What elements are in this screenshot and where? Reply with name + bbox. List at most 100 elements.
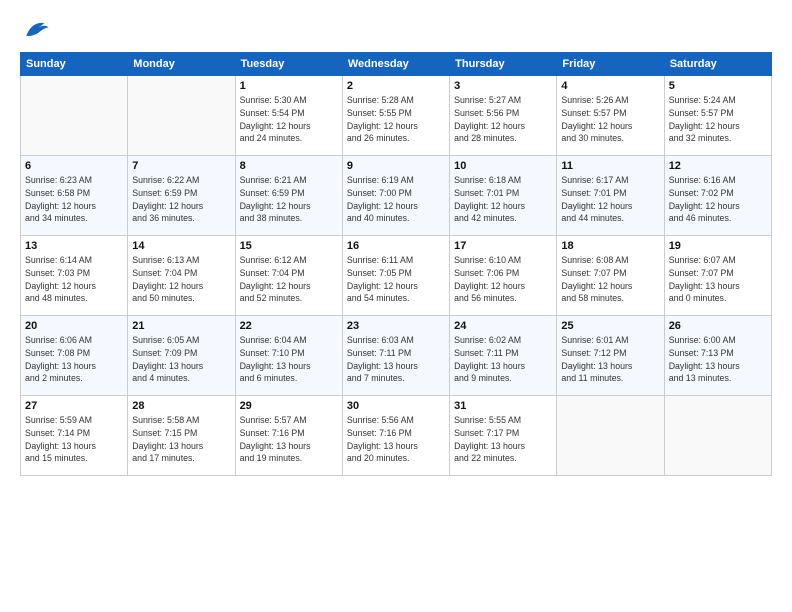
calendar-cell: 25 Sunrise: 6:01 AM Sunset: 7:12 PM Dayli…	[557, 316, 664, 396]
day-info: Sunrise: 5:58 AM Sunset: 7:15 PM Dayligh…	[132, 414, 230, 465]
day-number: 3	[454, 80, 552, 92]
calendar-cell: 18 Sunrise: 6:08 AM Sunset: 7:07 PM Dayli…	[557, 236, 664, 316]
day-number: 24	[454, 320, 552, 332]
page: SundayMondayTuesdayWednesdayThursdayFrid…	[0, 0, 792, 486]
calendar-week-1: 1 Sunrise: 5:30 AM Sunset: 5:54 PM Daylig…	[21, 76, 772, 156]
calendar-cell: 11Sunrise: 6:17 AM Sunset: 7:01 PM Dayli…	[557, 156, 664, 236]
calendar-cell: 26 Sunrise: 6:00 AM Sunset: 7:13 PM Dayli…	[664, 316, 771, 396]
day-info: Sunrise: 6:12 AM Sunset: 7:04 PM Dayligh…	[240, 254, 338, 305]
day-header-saturday: Saturday	[664, 53, 771, 76]
day-number: 25	[561, 320, 659, 332]
day-info: Sunrise: 6:23 AM Sunset: 6:58 PM Dayligh…	[25, 174, 123, 225]
day-info: Sunrise: 5:56 AM Sunset: 7:16 PM Dayligh…	[347, 414, 445, 465]
calendar-cell: 5 Sunrise: 5:24 AM Sunset: 5:57 PM Daylig…	[664, 76, 771, 156]
day-number: 16	[347, 240, 445, 252]
day-info: Sunrise: 6:21 AM Sunset: 6:59 PM Dayligh…	[240, 174, 338, 225]
day-info: Sunrise: 6:14 AM Sunset: 7:03 PM Dayligh…	[25, 254, 123, 305]
day-number: 21	[132, 320, 230, 332]
day-info: Sunrise: 6:02 AM Sunset: 7:11 PM Dayligh…	[454, 334, 552, 385]
day-info: Sunrise: 5:30 AM Sunset: 5:54 PM Dayligh…	[240, 94, 338, 145]
calendar-cell: 4 Sunrise: 5:26 AM Sunset: 5:57 PM Daylig…	[557, 76, 664, 156]
day-info: Sunrise: 5:57 AM Sunset: 7:16 PM Dayligh…	[240, 414, 338, 465]
calendar-cell	[664, 396, 771, 476]
day-info: Sunrise: 5:26 AM Sunset: 5:57 PM Dayligh…	[561, 94, 659, 145]
day-number: 27	[25, 400, 123, 412]
calendar-table: SundayMondayTuesdayWednesdayThursdayFrid…	[20, 52, 772, 476]
day-info: Sunrise: 5:24 AM Sunset: 5:57 PM Dayligh…	[669, 94, 767, 145]
day-number: 17	[454, 240, 552, 252]
calendar-week-2: 6 Sunrise: 6:23 AM Sunset: 6:58 PM Daylig…	[21, 156, 772, 236]
day-number: 19	[669, 240, 767, 252]
calendar-header-row: SundayMondayTuesdayWednesdayThursdayFrid…	[21, 53, 772, 76]
day-info: Sunrise: 6:10 AM Sunset: 7:06 PM Dayligh…	[454, 254, 552, 305]
header	[20, 16, 772, 46]
calendar-cell: 6 Sunrise: 6:23 AM Sunset: 6:58 PM Daylig…	[21, 156, 128, 236]
day-number: 26	[669, 320, 767, 332]
calendar-cell: 28 Sunrise: 5:58 AM Sunset: 7:15 PM Dayli…	[128, 396, 235, 476]
calendar-cell: 13 Sunrise: 6:14 AM Sunset: 7:03 PM Dayli…	[21, 236, 128, 316]
calendar-cell: 24 Sunrise: 6:02 AM Sunset: 7:11 PM Dayli…	[450, 316, 557, 396]
day-info: Sunrise: 6:11 AM Sunset: 7:05 PM Dayligh…	[347, 254, 445, 305]
day-number: 15	[240, 240, 338, 252]
day-number: 11	[561, 160, 659, 172]
day-number: 7	[132, 160, 230, 172]
day-header-sunday: Sunday	[21, 53, 128, 76]
day-info: Sunrise: 5:27 AM Sunset: 5:56 PM Dayligh…	[454, 94, 552, 145]
day-info: Sunrise: 6:06 AM Sunset: 7:08 PM Dayligh…	[25, 334, 123, 385]
day-number: 9	[347, 160, 445, 172]
day-number: 8	[240, 160, 338, 172]
calendar-cell: 1 Sunrise: 5:30 AM Sunset: 5:54 PM Daylig…	[235, 76, 342, 156]
day-info: Sunrise: 5:59 AM Sunset: 7:14 PM Dayligh…	[25, 414, 123, 465]
calendar-cell: 20 Sunrise: 6:06 AM Sunset: 7:08 PM Dayli…	[21, 316, 128, 396]
calendar-cell: 9 Sunrise: 6:19 AM Sunset: 7:00 PM Daylig…	[342, 156, 449, 236]
day-number: 22	[240, 320, 338, 332]
day-number: 6	[25, 160, 123, 172]
day-number: 12	[669, 160, 767, 172]
day-number: 14	[132, 240, 230, 252]
day-number: 5	[669, 80, 767, 92]
day-number: 23	[347, 320, 445, 332]
day-number: 20	[25, 320, 123, 332]
day-number: 29	[240, 400, 338, 412]
day-number: 13	[25, 240, 123, 252]
day-info: Sunrise: 6:16 AM Sunset: 7:02 PM Dayligh…	[669, 174, 767, 225]
day-number: 28	[132, 400, 230, 412]
calendar-cell: 15 Sunrise: 6:12 AM Sunset: 7:04 PM Dayli…	[235, 236, 342, 316]
calendar-cell: 7Sunrise: 6:22 AM Sunset: 6:59 PM Daylig…	[128, 156, 235, 236]
day-number: 4	[561, 80, 659, 92]
day-header-monday: Monday	[128, 53, 235, 76]
calendar-cell: 8 Sunrise: 6:21 AM Sunset: 6:59 PM Daylig…	[235, 156, 342, 236]
day-header-friday: Friday	[557, 53, 664, 76]
calendar-cell: 2 Sunrise: 5:28 AM Sunset: 5:55 PM Daylig…	[342, 76, 449, 156]
day-info: Sunrise: 6:08 AM Sunset: 7:07 PM Dayligh…	[561, 254, 659, 305]
calendar-cell: 17 Sunrise: 6:10 AM Sunset: 7:06 PM Dayli…	[450, 236, 557, 316]
day-info: Sunrise: 6:00 AM Sunset: 7:13 PM Dayligh…	[669, 334, 767, 385]
day-info: Sunrise: 6:19 AM Sunset: 7:00 PM Dayligh…	[347, 174, 445, 225]
calendar-cell: 3 Sunrise: 5:27 AM Sunset: 5:56 PM Daylig…	[450, 76, 557, 156]
day-info: Sunrise: 6:07 AM Sunset: 7:07 PM Dayligh…	[669, 254, 767, 305]
day-header-wednesday: Wednesday	[342, 53, 449, 76]
calendar-cell: 31 Sunrise: 5:55 AM Sunset: 7:17 PM Dayli…	[450, 396, 557, 476]
day-info: Sunrise: 6:18 AM Sunset: 7:01 PM Dayligh…	[454, 174, 552, 225]
day-header-thursday: Thursday	[450, 53, 557, 76]
day-number: 2	[347, 80, 445, 92]
day-info: Sunrise: 5:55 AM Sunset: 7:17 PM Dayligh…	[454, 414, 552, 465]
calendar-cell: 22 Sunrise: 6:04 AM Sunset: 7:10 PM Dayli…	[235, 316, 342, 396]
day-number: 31	[454, 400, 552, 412]
day-info: Sunrise: 6:04 AM Sunset: 7:10 PM Dayligh…	[240, 334, 338, 385]
day-number: 18	[561, 240, 659, 252]
day-info: Sunrise: 6:13 AM Sunset: 7:04 PM Dayligh…	[132, 254, 230, 305]
calendar-cell: 12 Sunrise: 6:16 AM Sunset: 7:02 PM Dayli…	[664, 156, 771, 236]
calendar-cell: 14 Sunrise: 6:13 AM Sunset: 7:04 PM Dayli…	[128, 236, 235, 316]
day-info: Sunrise: 6:01 AM Sunset: 7:12 PM Dayligh…	[561, 334, 659, 385]
day-number: 30	[347, 400, 445, 412]
calendar-week-5: 27 Sunrise: 5:59 AM Sunset: 7:14 PM Dayli…	[21, 396, 772, 476]
calendar-cell: 23Sunrise: 6:03 AM Sunset: 7:11 PM Dayli…	[342, 316, 449, 396]
calendar-cell	[21, 76, 128, 156]
calendar-week-4: 20 Sunrise: 6:06 AM Sunset: 7:08 PM Dayli…	[21, 316, 772, 396]
calendar-cell: 16 Sunrise: 6:11 AM Sunset: 7:05 PM Dayli…	[342, 236, 449, 316]
day-number: 1	[240, 80, 338, 92]
calendar-cell: 21Sunrise: 6:05 AM Sunset: 7:09 PM Dayli…	[128, 316, 235, 396]
day-info: Sunrise: 5:28 AM Sunset: 5:55 PM Dayligh…	[347, 94, 445, 145]
calendar-cell: 30 Sunrise: 5:56 AM Sunset: 7:16 PM Dayli…	[342, 396, 449, 476]
